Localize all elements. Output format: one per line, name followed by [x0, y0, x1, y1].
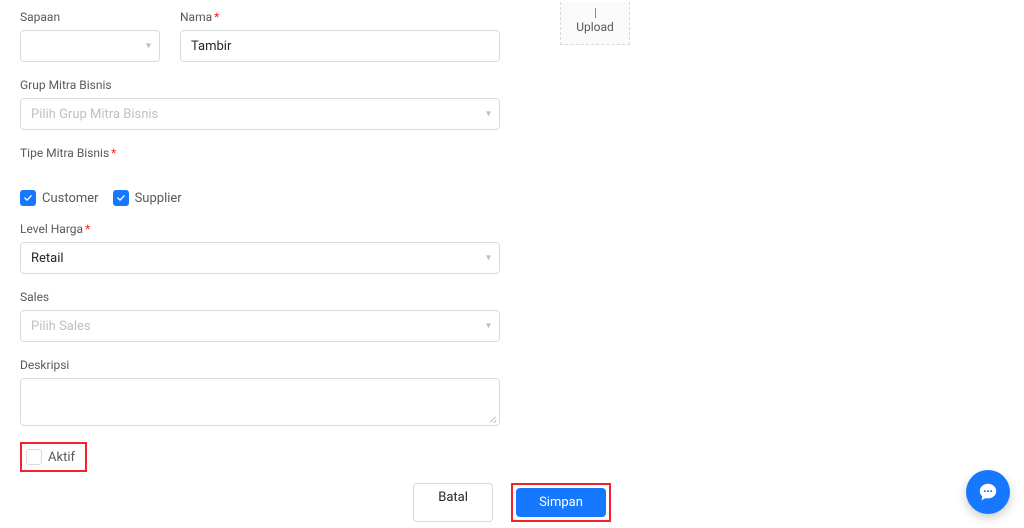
sapaan-label: Sapaan — [20, 10, 160, 24]
grup-label: Grup Mitra Bisnis — [20, 78, 500, 92]
sales-select[interactable]: Pilih Sales ▾ — [20, 310, 500, 342]
deskripsi-textarea[interactable] — [20, 378, 500, 426]
sales-label: Sales — [20, 290, 500, 304]
chat-icon — [977, 481, 999, 503]
upload-label: Upload — [576, 20, 614, 34]
required-icon: * — [85, 222, 90, 236]
aktif-label: Aktif — [48, 450, 75, 465]
aktif-highlight: Aktif — [20, 442, 87, 472]
checkbox-checked-icon — [20, 190, 36, 206]
chevron-down-icon: ▾ — [146, 41, 151, 52]
upload-icon — [595, 8, 596, 18]
nama-label: Nama* — [180, 10, 500, 24]
checkbox-checked-icon — [113, 190, 129, 206]
save-highlight: Simpan — [511, 483, 611, 522]
upload-box[interactable]: Upload — [560, 2, 630, 45]
grup-select[interactable]: Pilih Grup Mitra Bisnis ▾ — [20, 98, 500, 130]
supplier-checkbox[interactable]: Supplier — [113, 190, 182, 206]
save-button[interactable]: Simpan — [516, 488, 606, 517]
chevron-down-icon: ▾ — [486, 321, 491, 332]
footer-actions: Batal Simpan — [0, 483, 1024, 522]
customer-label: Customer — [42, 191, 99, 206]
required-icon: * — [214, 10, 219, 24]
deskripsi-label: Deskripsi — [20, 358, 500, 372]
aktif-checkbox[interactable]: Aktif — [26, 449, 75, 465]
chevron-down-icon: ▾ — [486, 109, 491, 120]
checkbox-unchecked-icon — [26, 449, 42, 465]
nama-value: Tambir — [191, 39, 231, 54]
nama-input[interactable]: Tambir — [180, 30, 500, 62]
chevron-down-icon: ▾ — [486, 253, 491, 264]
tipe-label: Tipe Mitra Bisnis* — [20, 146, 1004, 160]
resize-handle-icon[interactable] — [487, 413, 497, 423]
grup-placeholder: Pilih Grup Mitra Bisnis — [31, 107, 158, 122]
supplier-label: Supplier — [135, 191, 182, 206]
level-select[interactable]: Retail ▾ — [20, 242, 500, 274]
level-label: Level Harga* — [20, 222, 500, 236]
cancel-button[interactable]: Batal — [413, 483, 493, 522]
customer-checkbox[interactable]: Customer — [20, 190, 99, 206]
required-icon: * — [111, 146, 116, 160]
chat-fab[interactable] — [966, 470, 1010, 514]
sales-placeholder: Pilih Sales — [31, 319, 91, 334]
level-value: Retail — [31, 251, 64, 266]
sapaan-select[interactable]: ▾ — [20, 30, 160, 62]
